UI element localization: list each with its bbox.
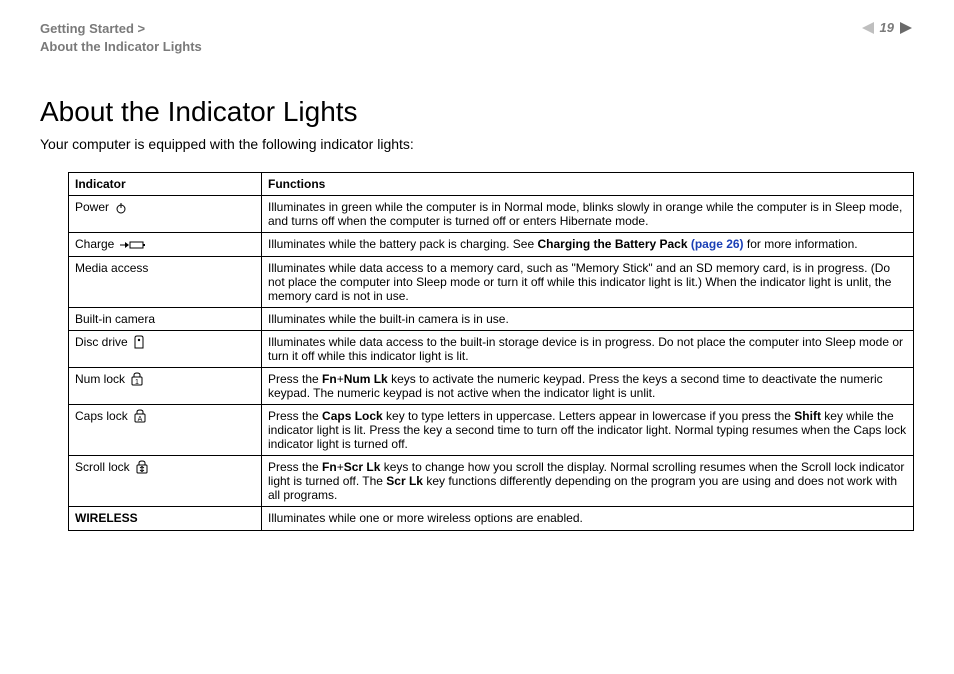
svg-text:1: 1 xyxy=(135,379,139,386)
num-lock-icon: 1 xyxy=(131,372,143,386)
page-navigator: 19 xyxy=(860,20,914,35)
plus: + xyxy=(337,372,344,386)
function-cell: Press the Caps Lock key to type letters … xyxy=(262,405,914,456)
function-cell: Illuminates while data access to a memor… xyxy=(262,256,914,307)
key-scrlk: Scr Lk xyxy=(344,460,381,474)
table-row: Scroll lock Press th xyxy=(69,456,914,507)
next-page-arrow-icon[interactable] xyxy=(900,22,914,34)
indicator-name: Media access xyxy=(75,261,148,275)
page-26-link[interactable]: (page 26) xyxy=(691,237,744,251)
key-scrlk-2: Scr Lk xyxy=(386,474,423,488)
charge-text-prefix: Illuminates while the battery pack is ch… xyxy=(268,237,537,251)
breadcrumb-line-1: Getting Started > xyxy=(40,20,202,38)
table-row: Caps lock A Press the Caps Lock key to t… xyxy=(69,405,914,456)
numlock-text-prefix: Press the xyxy=(268,372,322,386)
indicator-table: Indicator Functions Power Illuminates in… xyxy=(68,172,914,530)
page-title: About the Indicator Lights xyxy=(40,96,914,128)
disc-drive-icon xyxy=(134,335,144,349)
key-capslock: Caps Lock xyxy=(322,409,383,423)
table-row: Disc drive Illuminates while data access… xyxy=(69,331,914,368)
indicator-cell-scrolllock: Scroll lock xyxy=(69,456,262,507)
function-cell: Illuminates while one or more wireless o… xyxy=(262,507,914,530)
breadcrumb-line-2: About the Indicator Lights xyxy=(40,38,202,56)
page-header: Getting Started > About the Indicator Li… xyxy=(40,20,914,56)
indicator-name: Scroll lock xyxy=(75,460,130,474)
capslock-text-prefix: Press the xyxy=(268,409,322,423)
table-row: Charge Illuminates while the battery xyxy=(69,233,914,256)
indicator-name: Num lock xyxy=(75,372,125,386)
scrolllock-text-prefix: Press the xyxy=(268,460,322,474)
breadcrumb: Getting Started > About the Indicator Li… xyxy=(40,20,202,56)
indicator-name: Disc drive xyxy=(75,335,128,349)
power-icon xyxy=(115,202,127,214)
indicator-name: WIRELESS xyxy=(75,511,138,525)
function-cell: Press the Fn+Scr Lk keys to change how y… xyxy=(262,456,914,507)
table-row: WIRELESS Illuminates while one or more w… xyxy=(69,507,914,530)
capslock-text-mid1: key to type letters in uppercase. Letter… xyxy=(383,409,795,423)
table-row: Power Illuminates in green while the com… xyxy=(69,196,914,233)
plus: + xyxy=(337,460,344,474)
function-cell: Illuminates while the battery pack is ch… xyxy=(262,233,914,256)
key-fn: Fn xyxy=(322,460,337,474)
indicator-cell-wireless: WIRELESS xyxy=(69,507,262,530)
function-cell: Illuminates while the built-in camera is… xyxy=(262,307,914,330)
table-row: Num lock 1 Press the Fn+Num Lk keys to a… xyxy=(69,368,914,405)
function-cell: Illuminates in green while the computer … xyxy=(262,196,914,233)
indicator-cell-capslock: Caps lock A xyxy=(69,405,262,456)
key-fn: Fn xyxy=(322,372,337,386)
charging-link-label: Charging the Battery Pack xyxy=(537,237,690,251)
indicator-cell-power: Power xyxy=(69,196,262,233)
indicator-name: Caps lock xyxy=(75,409,128,423)
table-row: Built-in camera Illuminates while the bu… xyxy=(69,307,914,330)
charge-text-suffix: for more information. xyxy=(744,237,858,251)
indicator-cell-camera: Built-in camera xyxy=(69,307,262,330)
function-cell: Illuminates while data access to the bui… xyxy=(262,331,914,368)
indicator-cell-charge: Charge xyxy=(69,233,262,256)
indicator-name: Power xyxy=(75,200,109,214)
col-header-functions: Functions xyxy=(262,173,914,196)
indicator-cell-numlock: Num lock 1 xyxy=(69,368,262,405)
svg-text:A: A xyxy=(137,416,142,423)
key-numlk: Num Lk xyxy=(344,372,388,386)
indicator-cell-media: Media access xyxy=(69,256,262,307)
intro-text: Your computer is equipped with the follo… xyxy=(40,136,914,152)
col-header-indicator: Indicator xyxy=(69,173,262,196)
table-row: Media access Illuminates while data acce… xyxy=(69,256,914,307)
table-header-row: Indicator Functions xyxy=(69,173,914,196)
indicator-name: Built-in camera xyxy=(75,312,155,326)
page-number: 19 xyxy=(880,20,894,35)
scroll-lock-icon xyxy=(136,460,148,474)
function-cell: Press the Fn+Num Lk keys to activate the… xyxy=(262,368,914,405)
document-page: Getting Started > About the Indicator Li… xyxy=(0,0,954,674)
key-shift: Shift xyxy=(794,409,821,423)
charge-icon xyxy=(120,239,146,251)
indicator-cell-disc: Disc drive xyxy=(69,331,262,368)
prev-page-arrow-icon[interactable] xyxy=(860,22,874,34)
indicator-name: Charge xyxy=(75,237,114,251)
caps-lock-icon: A xyxy=(134,409,146,423)
